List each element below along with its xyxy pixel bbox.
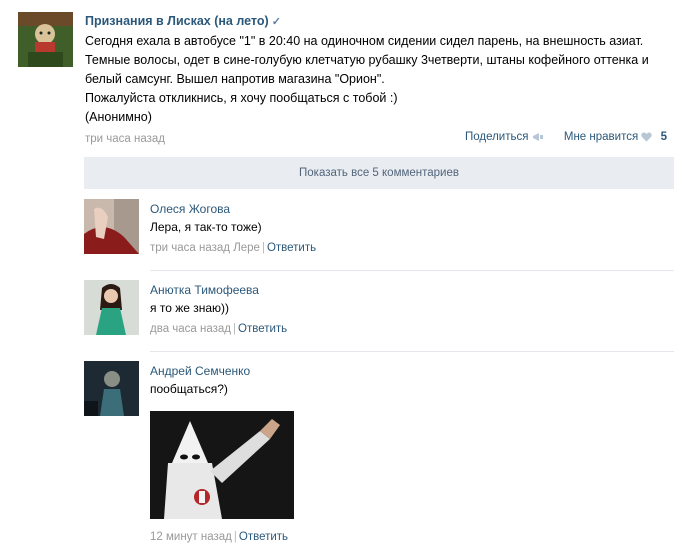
comment-text: Лера, я так-то тоже) [150,220,262,234]
comment-attached-photo[interactable] [150,411,294,519]
comment-author-link[interactable]: Анютка Тимофеева [150,283,259,297]
comment-divider [150,351,674,352]
attached-photo-image [150,411,294,519]
community-avatar[interactable] [18,12,73,67]
post-text-line: Сегодня ехала в автобусе "1" в 20:40 на … [85,34,644,48]
reply-button[interactable]: Ответить [238,323,287,335]
comment-author-link[interactable]: Олеся Жогова [150,202,230,216]
post-text-line: Пожалуйста откликнись, я хочу пообщаться… [85,91,398,105]
comment-avatar[interactable] [84,361,139,416]
comment-avatar[interactable] [84,280,139,335]
comment-time[interactable]: три часа назад [150,242,230,254]
post-text-line: Темные волосы, одет в сине-голубую клетч… [85,53,649,67]
comment-avatar[interactable] [84,199,139,254]
comment-time[interactable]: 12 минут назад [150,531,232,543]
comment-author-link[interactable]: Андрей Семченко [150,364,250,378]
comment-text: я то же знаю)) [150,301,230,315]
comment-divider [150,270,674,271]
post-time-link[interactable]: три часа назад [85,133,165,145]
comment-meta: три часа назад Лере | Ответить [150,242,317,254]
post-actions: Поделиться Мне нравится 5 [460,131,667,143]
community-avatar-image [18,12,73,67]
post-author-link[interactable]: Признания в Лисках (на лето) [85,14,269,28]
comment-meta: два часа назад | Ответить [150,323,288,335]
likes-count: 5 [660,131,667,143]
reply-button[interactable]: Ответить [267,242,316,254]
comment-avatar-image [84,199,139,254]
comment-avatar-image [84,361,139,416]
like-button[interactable]: Мне нравится 5 [559,131,667,143]
share-button[interactable]: Поделиться [460,131,547,143]
comment-time[interactable]: два часа назад [150,323,231,335]
megaphone-icon [532,132,543,141]
post-text: Сегодня ехала в автобусе "1" в 20:40 на … [85,32,675,127]
post-meta: три часа назад Поделиться Мне нравится 5 [85,131,675,147]
comment-text: пообщаться?) [150,382,228,396]
post-text-line: (Анонимно) [85,110,152,124]
reply-button[interactable]: Ответить [239,531,288,543]
like-label: Мне нравится [563,131,639,143]
share-label: Поделиться [464,131,529,143]
verified-icon: ✓ [271,16,281,28]
show-all-comments-button[interactable]: Показать все 5 комментариев [84,157,674,189]
heart-icon [641,132,653,142]
comment-avatar-image [84,280,139,335]
comment-reply-to[interactable]: Лере [233,242,260,254]
post-text-line: белый самсунг. Вышел напротив магазина "… [85,72,385,86]
comment-meta: 12 минут назад | Ответить [150,531,289,543]
